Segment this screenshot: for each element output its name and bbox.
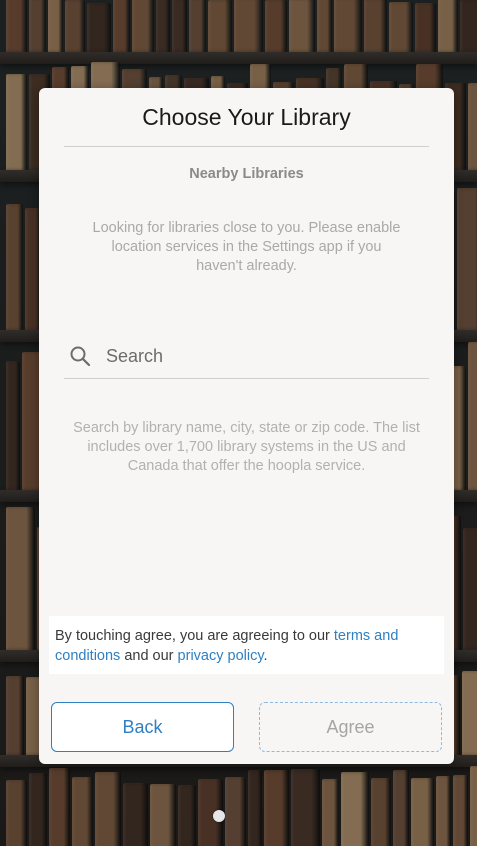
search-icon: [70, 346, 91, 367]
terms-middle-text: and our: [120, 648, 178, 664]
terms-notice: By touching agree, you are agreeing to o…: [49, 616, 444, 674]
privacy-policy-link[interactable]: privacy policy: [178, 648, 264, 664]
terms-suffix-text: .: [263, 648, 268, 664]
choose-library-modal: Choose Your Library Nearby Libraries Loo…: [39, 88, 454, 764]
terms-prefix-text: By touching agree, you are agreeing to o…: [55, 628, 334, 644]
nearby-libraries-heading: Nearby Libraries: [189, 166, 304, 182]
modal-title: Choose Your Library: [142, 104, 351, 130]
agree-button[interactable]: Agree: [259, 702, 442, 752]
title-divider: [64, 146, 429, 147]
location-services-message: Looking for libraries close to you. Plea…: [92, 220, 401, 274]
search-bar[interactable]: [64, 336, 429, 376]
search-underline: [64, 378, 429, 379]
back-button[interactable]: Back: [51, 702, 234, 752]
page-indicator-dot: [213, 810, 225, 822]
search-help-text: Search by library name, city, state or z…: [73, 420, 420, 474]
search-input[interactable]: [106, 345, 406, 367]
